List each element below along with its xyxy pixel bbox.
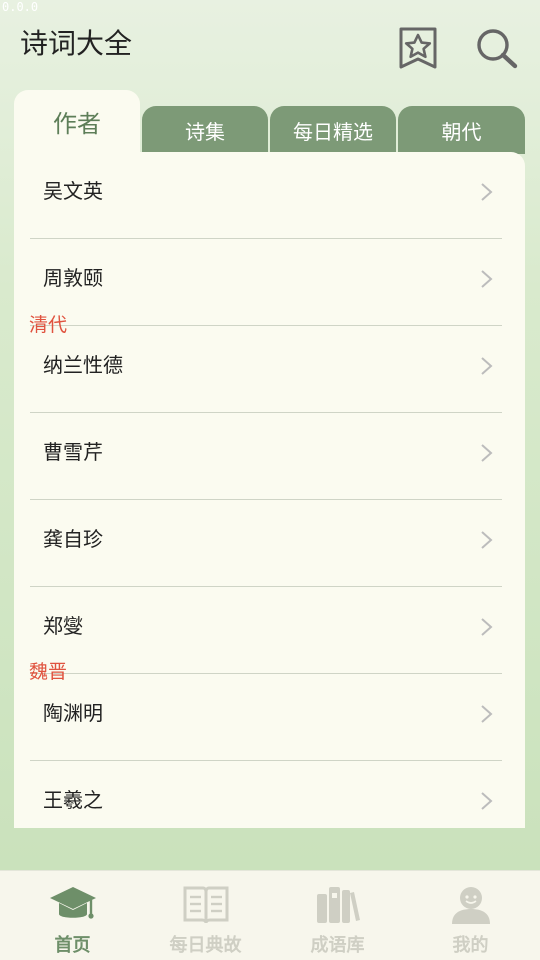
chevron-right-icon [481,531,493,549]
nav-home[interactable]: 首页 [5,871,140,960]
author-name: 周敦颐 [43,266,103,290]
nav-home-label: 首页 [54,935,91,956]
books-icon [316,887,360,923]
author-name: 纳兰性德 [43,353,123,377]
favorites-button[interactable] [396,26,440,70]
list-item[interactable]: 吴文英 [30,152,502,239]
list-item[interactable]: 陶渊明 [30,674,502,761]
open-book-icon [183,886,228,924]
bottom-navigation: 首页 每日典故 成语库 我的 [0,870,540,960]
tab-collections[interactable]: 诗集 [142,106,268,154]
chevron-right-icon [481,792,493,810]
chevron-right-icon [481,270,493,288]
list-item[interactable]: 龚自珍 [30,500,502,587]
author-name: 吴文英 [43,179,103,203]
status-bar-text: 0.0.0 [2,0,39,14]
author-name: 陶渊明 [43,701,103,725]
tab-dynasty[interactable]: 朝代 [398,106,525,154]
chevron-right-icon [481,357,493,375]
nav-idioms[interactable]: 成语库 [270,871,405,960]
star-bookmark-icon [399,27,437,69]
author-name: 王羲之 [43,788,103,812]
nav-daily-allusions-label: 每日典故 [169,935,242,956]
user-avatar-icon [451,887,490,924]
search-button[interactable] [474,26,518,70]
nav-mine-label: 我的 [452,935,489,956]
chevron-right-icon [481,183,493,201]
graduation-cap-icon [49,887,96,919]
nav-daily-allusions[interactable]: 每日典故 [138,871,273,960]
author-name: 郑燮 [43,614,83,638]
nav-mine[interactable]: 我的 [403,871,538,960]
author-name: 曹雪芹 [43,440,103,464]
chevron-right-icon [481,618,493,636]
app-title: 诗词大全 [20,27,133,60]
chevron-right-icon [481,444,493,462]
author-list: 吴文英 周敦颐 清代 纳兰性德 曹雪芹 龚自珍 郑燮 魏晋 陶渊明 王羲之 [14,152,525,828]
nav-idioms-label: 成语库 [310,935,365,956]
search-icon [477,29,518,69]
list-item[interactable]: 王羲之 [30,761,502,828]
author-name: 龚自珍 [43,527,103,551]
list-item[interactable]: 郑燮 [30,587,502,674]
list-item[interactable]: 纳兰性德 [30,326,502,413]
tab-authors[interactable]: 作者 [14,90,140,154]
list-item[interactable]: 曹雪芹 [30,413,502,500]
tab-daily-picks[interactable]: 每日精选 [270,106,396,154]
chevron-right-icon [481,705,493,723]
list-item[interactable]: 周敦颐 [30,239,502,326]
